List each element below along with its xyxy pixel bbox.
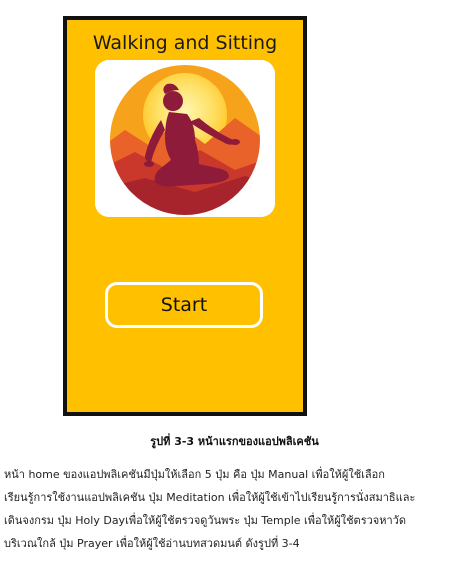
app-logo [95,60,275,217]
paragraph-line: เรียนรู้การใช้งานแอปพลิเคชัน ปุ่ม Medita… [4,491,416,504]
body-paragraph: หน้า home ของแอปพลิเคชันมีปุ่มให้เลือก 5… [4,463,466,555]
paragraph-line: หน้า home ของแอปพลิเคชันมีปุ่มให้เลือก 5… [4,468,385,481]
figure-caption: รูปที่ 3-3 หน้าแรกของแอปพลิเคชัน [150,435,319,448]
meditation-silhouette-icon [95,60,275,217]
start-button[interactable]: Start [105,282,263,328]
app-title: Walking and Sitting [92,32,278,54]
paragraph-line: บริเวณใกล้ ปุ่ม Prayer เพื่อให้ผู้ใช้อ่า… [4,537,300,550]
phone-screenshot: Walking and Sitting Start [63,16,307,416]
paragraph-line: เดินจงกรม ปุ่ม Holy Dayเพื่อให้ผู้ใช้ตรว… [4,514,406,527]
